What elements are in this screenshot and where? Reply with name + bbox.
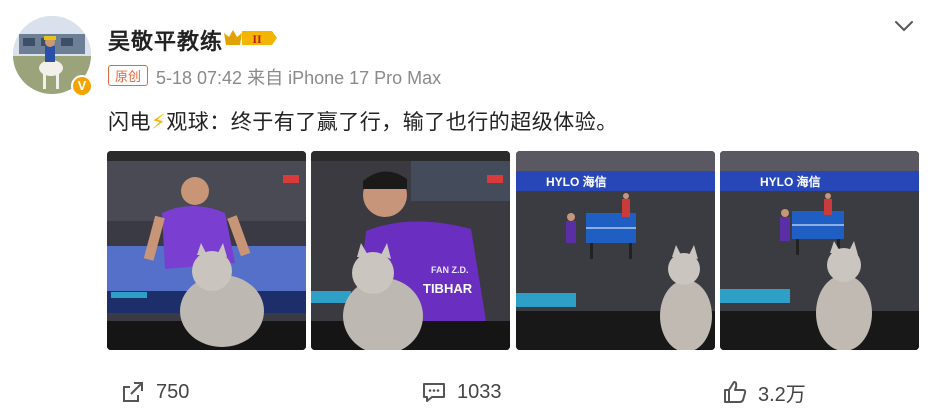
photo-2[interactable]: FAN Z.D. TIBHAR	[311, 151, 510, 350]
comment-icon	[423, 383, 445, 402]
repost-count: 750	[156, 380, 190, 403]
like-button[interactable]: 3.2万	[722, 378, 806, 406]
repost-icon	[123, 382, 143, 402]
rank-badge-label: II	[252, 32, 262, 46]
chevron-down-icon[interactable]	[893, 16, 915, 36]
post-content: 闪电⚡观球：终于有了赢了行，输了也行的超级体验。	[108, 106, 618, 136]
repost-button[interactable]: 750	[120, 378, 189, 406]
comment-count: 1033	[457, 380, 502, 403]
verified-badge-icon: V	[71, 75, 93, 97]
banner-text: HYLO 海信	[546, 174, 607, 189]
content-after: 观球：终于有了赢了行，输了也行的超级体验。	[166, 111, 618, 134]
post-meta: 5-18 07:42 来自 iPhone 17 Pro Max	[156, 68, 442, 88]
banner-text: HYLO 海信	[760, 174, 821, 189]
lightning-icon: ⚡	[151, 111, 167, 134]
jersey-name: FAN Z.D.	[431, 265, 469, 275]
crown-icon	[224, 30, 242, 45]
like-count: 3.2万	[758, 383, 806, 406]
comment-button[interactable]: 1033	[421, 378, 502, 406]
photo-3[interactable]: HYLO 海信	[516, 151, 715, 350]
username[interactable]: 吴敬平教练	[108, 24, 223, 56]
photo-1[interactable]	[107, 151, 306, 350]
jersey-brand: TIBHAR	[423, 281, 473, 296]
rank-badge[interactable]: II	[222, 27, 278, 49]
content-before: 闪电	[108, 111, 151, 134]
photo-4[interactable]: HYLO 海信	[720, 151, 919, 350]
thumbs-up-icon	[724, 381, 747, 403]
original-tag: 原创	[108, 65, 148, 86]
